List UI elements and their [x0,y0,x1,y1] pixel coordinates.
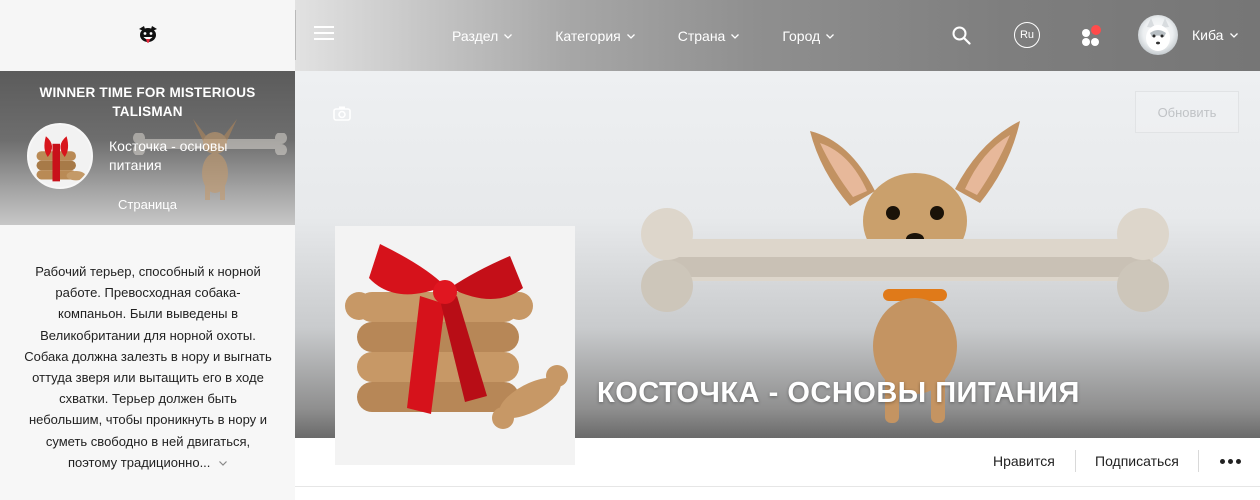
page-card[interactable]: WINNER TIME FOR MISTERIOUS TALISMAN Кост… [0,71,295,225]
bone-cookies-image [36,136,86,182]
action-divider [1075,450,1076,472]
chevron-down-icon [626,33,635,39]
language-switch[interactable]: Ru [1014,22,1040,48]
notifications-icon[interactable] [1080,24,1104,48]
subscribe-button[interactable]: Подписаться [1095,453,1179,469]
bone-cookies-with-bow-image [335,226,575,465]
main-nav: Раздел Категория Страна Город [452,0,877,71]
search-icon[interactable] [952,26,971,45]
dog-logo-icon [138,25,157,43]
user-menu[interactable]: Киба [1192,27,1239,43]
description-text: Рабочий терьер, способный к норной работ… [24,264,272,470]
nav-city-dropdown[interactable]: Город [782,28,835,44]
nav-label: Город [782,27,821,44]
nav-label: Категория [555,27,621,44]
logo[interactable] [0,0,295,71]
cover-title: КОСТОЧКА - ОСНОВЫ ПИТАНИЯ [597,377,1080,409]
page-action-bar: Нравится Подписаться [575,438,1260,486]
top-bar: Раздел Категория Страна Город Ru Киба [0,0,1260,71]
page-avatar[interactable] [27,123,93,189]
like-button[interactable]: Нравится [993,453,1055,469]
card-title: WINNER TIME FOR MISTERIOUS TALISMAN [39,85,256,119]
avatar[interactable] [1138,15,1178,55]
user-name: Киба [1192,27,1224,43]
more-options-icon[interactable] [1220,459,1242,465]
divider [295,486,1260,487]
nav-category-dropdown[interactable]: Категория [555,28,635,44]
action-divider [1198,450,1199,472]
nav-label: Страна [677,27,726,44]
expand-chevron-icon[interactable] [218,458,228,468]
chevron-down-icon [826,33,835,39]
header-divider [295,10,296,60]
page-photo[interactable] [335,226,575,465]
chevron-down-icon [731,33,740,39]
chevron-down-icon [1230,33,1239,38]
chevron-down-icon [504,33,513,39]
sidebar: WINNER TIME FOR MISTERIOUS TALISMAN Кост… [0,71,295,500]
husky-avatar-image [1146,18,1170,51]
nav-label: Раздел [452,27,499,44]
page-name[interactable]: Косточка - основы питания [109,137,259,175]
page-type-label: Страница [118,197,177,212]
camera-icon[interactable] [333,105,351,121]
nav-section-dropdown[interactable]: Раздел [452,28,513,44]
page-description: Рабочий терьер, способный к норной работ… [22,261,274,473]
menu-icon[interactable] [314,26,334,44]
nav-country-dropdown[interactable]: Страна [678,28,741,44]
